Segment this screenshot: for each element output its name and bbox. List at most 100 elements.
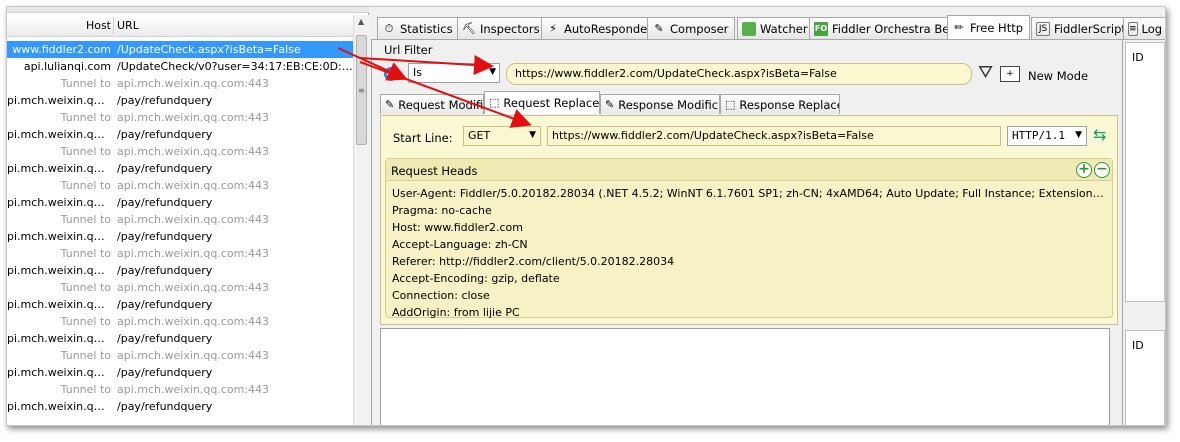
stopwatch-icon: ⏱ xyxy=(384,21,394,35)
tab-composer[interactable]: ✎ Composer xyxy=(647,17,736,39)
session-row[interactable]: pi.mch.weixin.qq.... /pay/refundquery xyxy=(7,92,353,109)
tab-watcher[interactable]: Watcher xyxy=(737,17,815,39)
subtab-response-replace[interactable]: ⬚ Response Replace xyxy=(720,94,840,114)
tab-fiddler-orchestra-beta[interactable]: FO Fiddler Orchestra Beta xyxy=(809,17,968,39)
new-mode-button[interactable]: New Mode xyxy=(1028,69,1088,83)
toolbar-strip xyxy=(7,7,369,13)
tab-label: Statistics xyxy=(400,21,453,36)
rule-list-top[interactable]: ID xyxy=(1125,42,1165,302)
request-heads-box: Request Heads + − User-Agent: Fiddler/5.… xyxy=(385,158,1113,321)
request-body-textarea[interactable] xyxy=(380,328,1110,425)
session-row[interactable]: Tunnel to api.mch.weixin.qq.com:443 xyxy=(7,211,353,228)
id-column-header[interactable]: ID xyxy=(1132,339,1144,352)
tab-label: Log xyxy=(1141,21,1163,36)
session-url: /pay/refundquery xyxy=(117,264,213,277)
request-head-line: Accept-Language: zh-CN xyxy=(392,238,528,251)
session-row[interactable]: Tunnel to api.mch.weixin.qq.com:443 xyxy=(7,177,353,194)
session-row[interactable]: Tunnel to api.mch.weixin.qq.com:443 xyxy=(7,245,353,262)
log-icon: ≡ xyxy=(1128,21,1138,36)
method-select[interactable]: GET ▼ xyxy=(463,126,541,146)
tab-autoresponder[interactable]: ⚡ AutoResponder xyxy=(541,17,659,39)
column-separator[interactable] xyxy=(113,17,114,35)
session-url: api.mch.weixin.qq.com:443 xyxy=(117,179,270,192)
tab-label: Fiddler Orchestra Beta xyxy=(832,21,961,36)
subtab-response-modific[interactable]: ✎ Response Modific xyxy=(600,94,720,114)
session-row[interactable]: pi.mch.weixin.qq.... /pay/refundquery xyxy=(7,398,353,415)
tab-inspectors[interactable]: ⛏ Inspectors xyxy=(457,17,547,39)
session-host: Tunnel to xyxy=(60,77,111,90)
session-row[interactable]: www.fiddler2.com/UpdateCheck.aspx?isBeta… xyxy=(7,41,353,58)
http-version-select[interactable]: HTTP/1.1 ▼ xyxy=(1007,126,1087,146)
add-head-icon[interactable]: + xyxy=(1076,162,1092,178)
request-replace-panel: Start Line: GET ▼ https://www.fiddler2.c… xyxy=(380,115,1118,325)
session-host: pi.mch.weixin.qq.... xyxy=(7,128,111,141)
main-tab-bar: ⏱ Statistics ⛏ Inspectors ⚡ AutoResponder ✎ Com… xyxy=(371,15,1165,39)
session-row[interactable]: pi.mch.weixin.qq.... /pay/refundquery xyxy=(7,194,353,211)
tab-free-http[interactable]: ✏ Free Http xyxy=(947,15,1031,39)
inspector-icon: ⛏ xyxy=(462,21,476,35)
tab-log[interactable]: ≡ Log xyxy=(1123,17,1165,39)
session-row[interactable]: pi.mch.weixin.qq.... /pay/refundquery xyxy=(7,296,353,313)
subtab-request-replace[interactable]: ⬚ Request Replace xyxy=(484,91,600,114)
session-url: /pay/refundquery xyxy=(117,400,213,413)
swap-arrows-icon[interactable]: ⇆ xyxy=(1093,125,1106,144)
session-row[interactable]: api.lulianqi.com/UpdateCheck/v0?user=34:… xyxy=(7,58,353,75)
session-row[interactable]: Tunnel to api.mch.weixin.qq.com:443 xyxy=(7,279,353,296)
session-row[interactable]: Tunnel to api.mch.weixin.qq.com:443 xyxy=(7,109,353,126)
session-url: /pay/refundquery xyxy=(117,162,213,175)
session-host: pi.mch.weixin.qq.... xyxy=(7,400,111,413)
session-row[interactable]: pi.mch.weixin.qq.... /pay/refundquery xyxy=(7,228,353,245)
subtab-label: Response Modific xyxy=(618,97,719,112)
session-row[interactable]: Tunnel to api.mch.weixin.qq.com:443 xyxy=(7,143,353,160)
subtab-request-modific[interactable]: ✎ Request Modific xyxy=(380,94,484,114)
session-url: api.mch.weixin.qq.com:443 xyxy=(117,383,270,396)
chevron-down-icon: ▼ xyxy=(489,67,496,77)
session-url: /UpdateCheck.aspx?isBeta=False xyxy=(117,43,301,56)
session-row[interactable]: pi.mch.weixin.qq.... /pay/refundquery xyxy=(7,262,353,279)
start-line-url-input[interactable]: https://www.fiddler2.com/UpdateCheck.asp… xyxy=(547,126,1001,146)
session-host: pi.mch.weixin.qq.... xyxy=(7,264,111,277)
url-column-header[interactable]: URL xyxy=(117,19,139,32)
rule-tab-bar: ✎ Request Modific ⬚ Request Replace ✎ Respons… xyxy=(380,91,1120,116)
match-mode-select[interactable]: Is ▼ xyxy=(408,63,500,83)
session-row[interactable]: pi.mch.weixin.qq.... /pay/refundquery xyxy=(7,126,353,143)
request-head-line: Host: www.fiddler2.com xyxy=(392,221,523,234)
http-version-value: HTTP/1.1 xyxy=(1012,129,1065,142)
session-row[interactable]: Tunnel to api.mch.weixin.qq.com:443 xyxy=(7,313,353,330)
url-filter-label: Url Filter xyxy=(384,43,433,57)
session-host: pi.mch.weixin.qq.... xyxy=(7,298,111,311)
url-filter-toggle[interactable] xyxy=(384,67,398,81)
tab-statistics[interactable]: ⏱ Statistics xyxy=(377,17,460,39)
session-host: pi.mch.weixin.qq.... xyxy=(7,196,111,209)
sessions-scrollbar[interactable]: ▲ ≡ xyxy=(353,15,369,425)
request-heads-list[interactable]: User-Agent: Fiddler/5.0.20182.28034 (.NE… xyxy=(392,185,1108,321)
session-url: api.mch.weixin.qq.com:443 xyxy=(117,145,270,158)
rule-list-bottom[interactable]: ID xyxy=(1125,330,1165,425)
tab-label: FiddlerScript xyxy=(1054,21,1126,36)
host-column-header[interactable]: Host xyxy=(7,19,111,32)
session-row[interactable]: pi.mch.weixin.qq.... /pay/refundquery xyxy=(7,330,353,347)
session-row[interactable]: Tunnel to api.mch.weixin.qq.com:443 xyxy=(7,347,353,364)
session-host: Tunnel to xyxy=(60,179,111,192)
sessions-panel: Host URL www.fiddler2.com/UpdateCheck.as… xyxy=(7,7,369,425)
session-host: Tunnel to xyxy=(60,349,111,362)
session-url: /pay/refundquery xyxy=(117,230,213,243)
remove-head-icon[interactable]: − xyxy=(1094,162,1110,178)
tab-fiddlerscript[interactable]: JS FiddlerScript xyxy=(1031,17,1133,39)
session-row[interactable]: pi.mch.weixin.qq.... /pay/refundquery xyxy=(7,160,353,177)
session-url: api.mch.weixin.qq.com:443 xyxy=(117,111,270,124)
new-mode-icon[interactable]: + xyxy=(1000,66,1020,82)
session-host: api.lulianqi.com xyxy=(23,60,111,73)
session-url: /pay/refundquery xyxy=(117,332,213,345)
fiddler-window: Host URL www.fiddler2.com/UpdateCheck.as… xyxy=(6,6,1166,426)
filter-icon[interactable]: ⛛ xyxy=(978,62,993,83)
url-filter-input[interactable]: https://www.fiddler2.com/UpdateCheck.asp… xyxy=(506,63,972,85)
session-row[interactable]: Tunnel to api.mch.weixin.qq.com:443 xyxy=(7,381,353,398)
composer-icon: ✎ xyxy=(654,21,664,35)
session-host: pi.mch.weixin.qq.... xyxy=(7,366,111,379)
session-row[interactable]: Tunnel to api.mch.weixin.qq.com:443 xyxy=(7,75,353,92)
session-row[interactable]: pi.mch.weixin.qq.... /pay/refundquery xyxy=(7,364,353,381)
id-column-header[interactable]: ID xyxy=(1132,51,1144,64)
session-url: api.mch.weixin.qq.com:443 xyxy=(117,315,270,328)
scroll-up-icon[interactable]: ▲ xyxy=(358,17,364,26)
